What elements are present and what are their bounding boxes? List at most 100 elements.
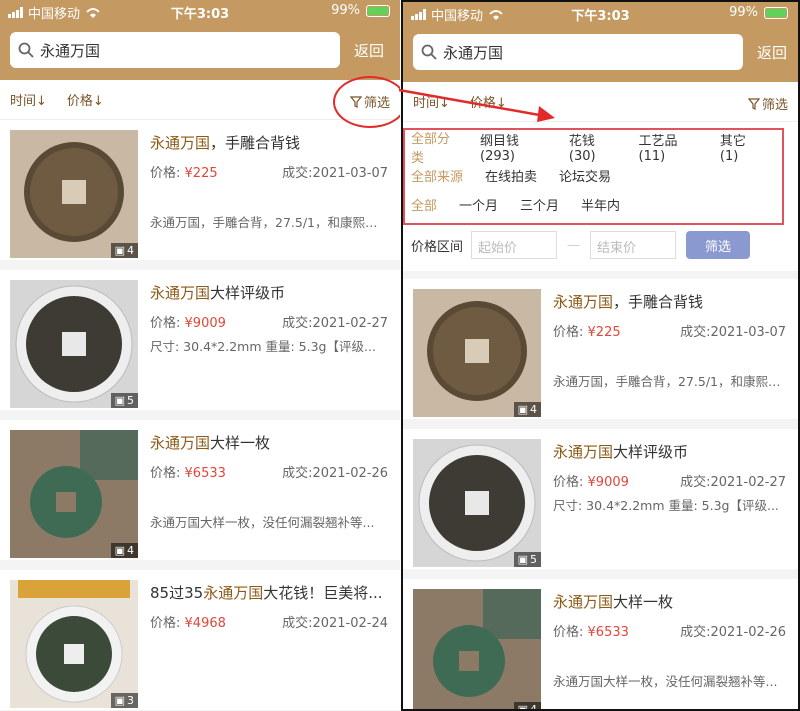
list-item[interactable]: ▣ 5 永通万国大样评级币 价格: ¥9009 成交:2021-02-27 尺寸: …	[403, 429, 798, 579]
image-count-icon: ▣	[517, 703, 528, 711]
image-count: ▣ 4	[110, 543, 138, 558]
item-price: ¥9009	[587, 475, 629, 490]
filter-option[interactable]: 全部	[411, 195, 437, 214]
item-thumbnail[interactable]: ▣ 5	[10, 280, 138, 408]
item-desc: 永通万国大样一枚，没任何漏裂翘补等...	[150, 515, 375, 530]
item-size: 尺寸: 30.4*2.2mm 重量: 5.3g【评级...	[150, 339, 376, 354]
item-thumbnail[interactable]: ▣ 3	[10, 580, 138, 708]
filter-option[interactable]: 花钱(30)	[569, 130, 617, 164]
filter-panel: 全部分类 纲目钱(293) 花钱(30) 工艺品(11) 其它(1) 全部来源 …	[403, 122, 798, 279]
search-value: 永通万国	[40, 41, 101, 60]
item-price: ¥9009	[184, 316, 226, 331]
item-deal-date: 成交:2021-02-26	[680, 625, 786, 640]
list-item[interactable]: ▣ 4 永通万国，手雕合背钱 价格: ¥225 成交:2021-03-07 永通万国…	[0, 120, 400, 270]
item-deal-date: 成交:2021-03-07	[282, 166, 388, 181]
list-item[interactable]: ▣ 4 永通万国大样一枚 价格: ¥6533 成交:2021-02-26 永通万国大…	[0, 420, 400, 570]
image-count-icon: ▣	[114, 544, 125, 557]
battery-icon	[764, 6, 788, 19]
list-item[interactable]: ▣ 4 永通万国，手雕合背钱 价格: ¥225 成交:2021-03-07 永通万国…	[403, 279, 798, 429]
battery-percent: 99%	[331, 3, 360, 18]
filter-icon	[747, 97, 760, 110]
image-count-icon: ▣	[517, 403, 528, 416]
search-input[interactable]: 永通万国	[10, 32, 340, 68]
status-bar: 中国移动 下午3:03 99%	[403, 2, 798, 26]
price-min-input[interactable]: 起始价	[471, 231, 558, 259]
image-count: ▣ 3	[110, 693, 138, 708]
filter-option[interactable]: 全部来源	[411, 166, 463, 185]
item-price: ¥225	[587, 325, 621, 340]
item-desc: 永通万国大样一枚，没任何漏裂翘补等...	[553, 674, 778, 689]
sort-price[interactable]: 价格↓	[67, 90, 104, 109]
search-icon	[421, 44, 437, 60]
item-desc: 永通万国，手雕合背，27.5/1，和康熙那...	[553, 374, 786, 389]
filter-option[interactable]: 其它(1)	[720, 130, 760, 164]
item-thumbnail[interactable]: ▣ 4	[413, 289, 541, 417]
item-deal-date: 成交:2021-02-24	[282, 616, 388, 631]
back-button[interactable]: 返回	[354, 40, 384, 61]
filter-button[interactable]: 筛选	[747, 94, 788, 113]
image-count-icon: ▣	[517, 553, 528, 566]
price-range-row: 价格区间 起始价 — 结束价 筛选	[403, 225, 798, 265]
item-deal-date: 成交:2021-03-07	[680, 325, 786, 340]
price-max-input[interactable]: 结束价	[590, 231, 677, 259]
item-price: ¥4968	[184, 616, 226, 631]
annotation-ellipse	[333, 76, 400, 128]
item-title[interactable]: 永通万国大样一枚	[150, 432, 270, 453]
result-list: ▣ 4 永通万国，手雕合背钱 价格: ¥225 成交:2021-03-07 永通万国…	[0, 120, 400, 711]
filter-row-source: 全部来源 在线拍卖 论坛交易	[405, 161, 782, 190]
filter-option[interactable]: 在线拍卖	[485, 166, 537, 185]
result-list: ▣ 4 永通万国，手雕合背钱 价格: ¥225 成交:2021-03-07 永通万国…	[403, 279, 798, 711]
filter-option[interactable]: 半年内	[581, 195, 620, 214]
item-title[interactable]: 永通万国大样一枚	[553, 591, 673, 612]
item-deal-date: 成交:2021-02-26	[282, 466, 388, 481]
image-count: ▣ 4	[110, 243, 138, 258]
apply-filter-button[interactable]: 筛选	[686, 231, 751, 259]
range-dash: —	[567, 237, 581, 253]
image-count-icon: ▣	[114, 394, 125, 407]
item-title[interactable]: 永通万国大样评级币	[553, 441, 688, 462]
back-button[interactable]: 返回	[757, 42, 787, 63]
image-count: ▣ 4	[513, 402, 541, 417]
list-item[interactable]: ▣ 4 永通万国大样一枚 价格: ¥6533 成交:2021-02-26 永通万国大…	[403, 579, 798, 711]
image-count-icon: ▣	[114, 694, 125, 707]
item-thumbnail[interactable]: ▣ 4	[10, 430, 138, 558]
filter-option[interactable]: 三个月	[520, 195, 559, 214]
image-count-icon: ▣	[114, 244, 125, 257]
item-title[interactable]: 85过35永通万国大花钱！巨美将...	[150, 582, 383, 603]
search-input[interactable]: 永通万国	[413, 34, 743, 70]
item-price: ¥225	[184, 166, 218, 181]
header: 中国移动 下午3:03 99% 永通万国 返回	[0, 0, 400, 80]
search-icon	[18, 42, 34, 58]
filter-option[interactable]: 纲目钱(293)	[480, 130, 547, 164]
filter-option[interactable]: 全部分类	[411, 128, 458, 166]
item-desc: 永通万国，手雕合背，27.5/1，和康熙那...	[150, 215, 388, 230]
list-item[interactable]: ▣ 3 85过35永通万国大花钱！巨美将... 价格: ¥4968 成交:2021-…	[0, 570, 400, 711]
item-thumbnail[interactable]: ▣ 4	[10, 130, 138, 258]
item-thumbnail[interactable]: ▣ 5	[413, 439, 541, 567]
battery-percent: 99%	[729, 5, 758, 20]
filter-options-box: 全部分类 纲目钱(293) 花钱(30) 工艺品(11) 其它(1) 全部来源 …	[403, 128, 784, 225]
search-value: 永通万国	[443, 43, 504, 62]
image-count: ▣ 5	[513, 552, 541, 567]
filter-label: 筛选	[761, 98, 788, 113]
status-bar: 中国移动 下午3:03 99%	[0, 0, 400, 24]
item-size: 尺寸: 30.4*2.2mm 重量: 5.3g【评级...	[553, 498, 779, 513]
item-title[interactable]: 永通万国大样评级币	[150, 282, 285, 303]
list-item[interactable]: ▣ 5 永通万国大样评级币 价格: ¥9009 成交:2021-02-27 尺寸: …	[0, 270, 400, 420]
item-deal-date: 成交:2021-02-27	[680, 475, 786, 490]
battery-icon	[366, 4, 390, 17]
image-count: ▣ 5	[110, 393, 138, 408]
left-phone-screen: 中国移动 下午3:03 99% 永通万国 返回 时间↓ 价格↓ 筛选 ▣ 4 永…	[0, 0, 400, 711]
item-deal-date: 成交:2021-02-27	[282, 316, 388, 331]
item-price: ¥6533	[184, 466, 226, 481]
filter-row-category: 全部分类 纲目钱(293) 花钱(30) 工艺品(11) 其它(1)	[405, 130, 782, 166]
item-title[interactable]: 永通万国，手雕合背钱	[553, 291, 703, 312]
filter-option[interactable]: 工艺品(11)	[639, 130, 698, 164]
item-thumbnail[interactable]: ▣ 4	[413, 589, 541, 711]
filter-option[interactable]: 一个月	[459, 195, 498, 214]
filter-option[interactable]: 论坛交易	[559, 166, 611, 185]
sort-time[interactable]: 时间↓	[10, 90, 47, 109]
item-title[interactable]: 永通万国，手雕合背钱	[150, 132, 300, 153]
price-range-label: 价格区间	[411, 239, 464, 255]
item-price: ¥6533	[587, 625, 629, 640]
